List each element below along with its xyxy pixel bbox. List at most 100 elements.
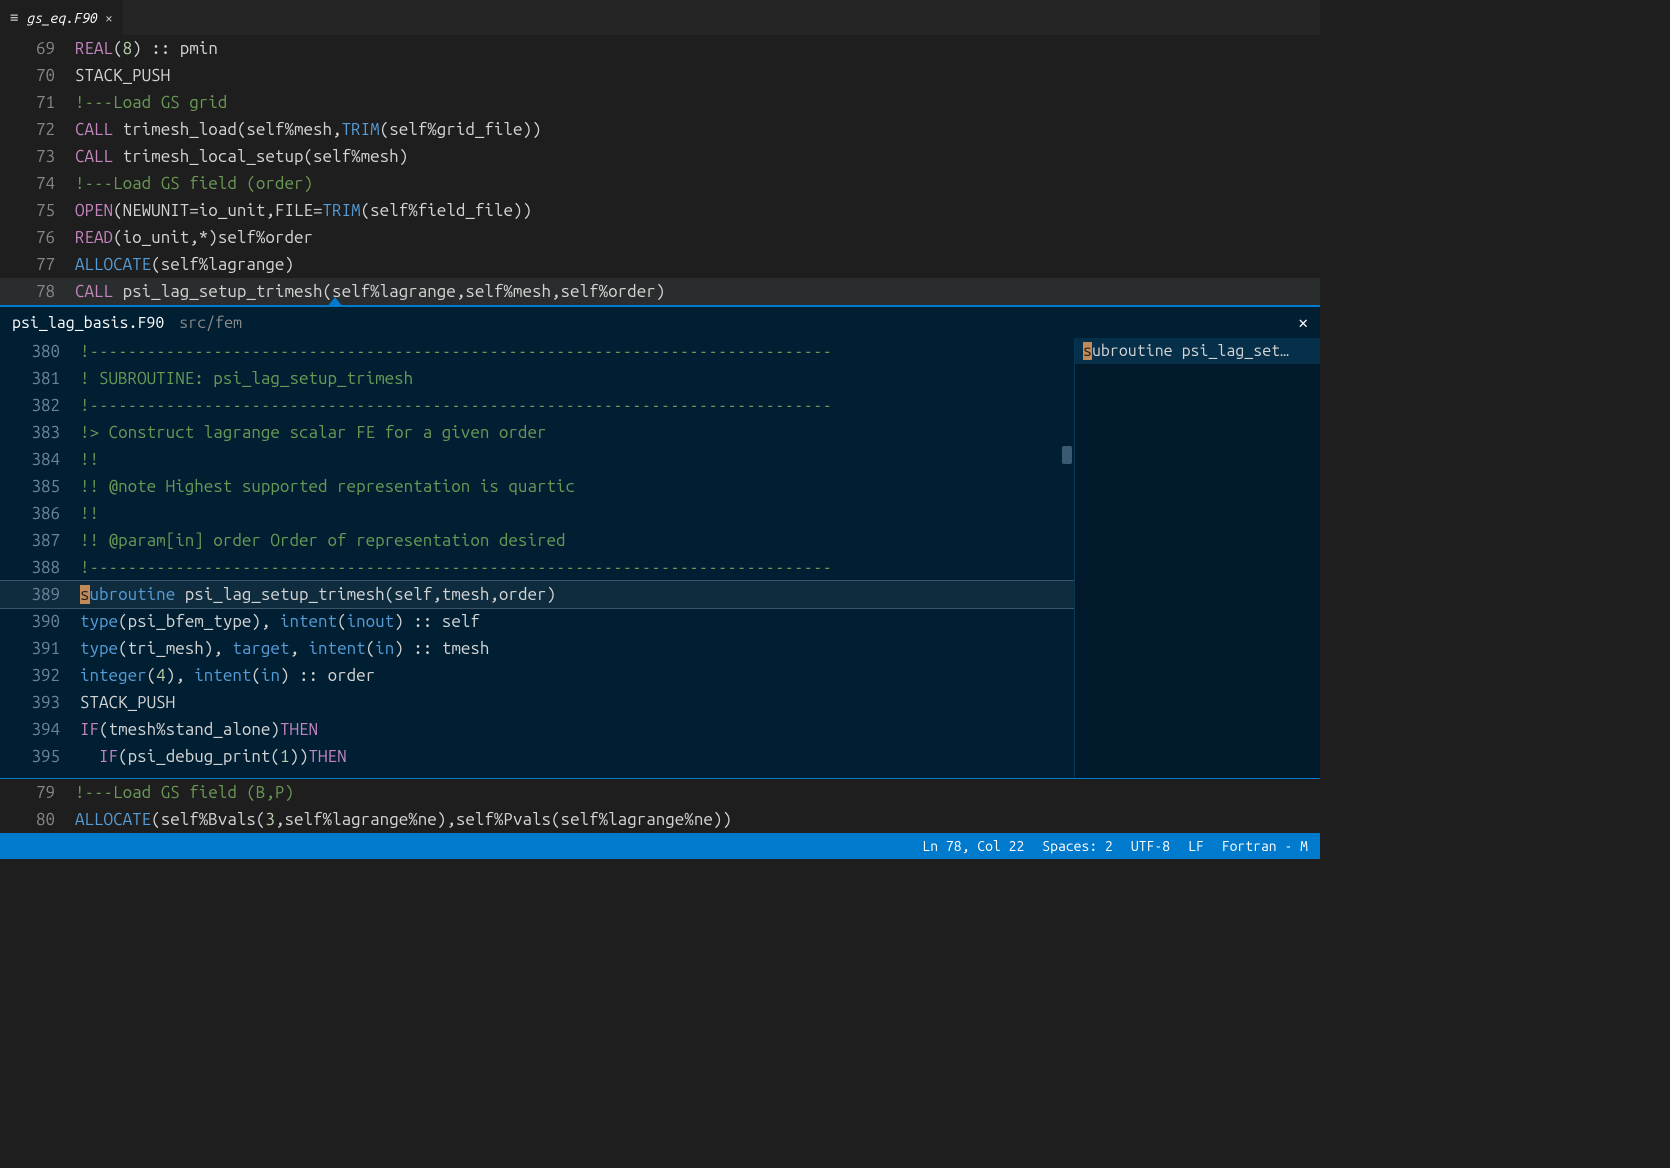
line-number: 79 [0,779,75,806]
line-number: 80 [0,806,75,833]
peek-references-panel: subroutine psi_lag_set… [1075,338,1320,778]
code-content[interactable]: !! [80,500,1074,527]
scrollbar-thumb[interactable] [1062,446,1072,464]
code-line[interactable]: 386!! [0,500,1074,527]
code-content[interactable]: !---------------------------------------… [80,554,1074,581]
line-number: 76 [0,224,75,251]
code-line[interactable]: 71!---Load GS grid [0,89,1320,116]
code-line[interactable]: 69REAL(8) :: pmin [0,35,1320,62]
code-line[interactable]: 384!! [0,446,1074,473]
code-line[interactable]: 76READ(io_unit,*)self%order [0,224,1320,251]
code-content[interactable]: type(tri_mesh), target, intent(in) :: tm… [80,635,1074,662]
code-content[interactable]: !---Load GS field (B,P) [75,779,1320,806]
line-number: 380 [0,338,80,365]
code-content[interactable]: OPEN(NEWUNIT=io_unit,FILE=TRIM(self%fiel… [75,197,1320,224]
code-content[interactable]: !---------------------------------------… [80,392,1074,419]
code-content[interactable]: ! SUBROUTINE: psi_lag_setup_trimesh [80,365,1074,392]
code-line[interactable]: 394IF(tmesh%stand_alone)THEN [0,716,1074,743]
code-content[interactable]: ALLOCATE(self%Bvals(3,self%lagrange%ne),… [75,806,1320,833]
code-content[interactable]: !! @param[in] order Order of representat… [80,527,1074,554]
code-content[interactable]: !> Construct lagrange scalar FE for a gi… [80,419,1074,446]
line-number: 382 [0,392,80,419]
code-line[interactable]: 74!---Load GS field (order) [0,170,1320,197]
code-line[interactable]: 381! SUBROUTINE: psi_lag_setup_trimesh [0,365,1074,392]
editor-main[interactable]: 69REAL(8) :: pmin70STACK_PUSH71!---Load … [0,35,1320,305]
line-number: 394 [0,716,80,743]
code-content[interactable]: REAL(8) :: pmin [75,35,1320,62]
peek-close-icon[interactable]: ✕ [1298,313,1308,332]
peek-reference-item[interactable]: subroutine psi_lag_set… [1075,338,1320,364]
code-content[interactable]: IF(tmesh%stand_alone)THEN [80,716,1074,743]
code-line[interactable]: 70STACK_PUSH [0,62,1320,89]
code-content[interactable]: !---Load GS grid [75,89,1320,116]
code-content[interactable]: subroutine psi_lag_setup_trimesh(self,tm… [80,581,1074,608]
status-bar: Ln 78, Col 22 Spaces: 2 UTF-8 LF Fortran… [0,833,1320,859]
code-content[interactable]: READ(io_unit,*)self%order [75,224,1320,251]
line-number: 73 [0,143,75,170]
code-line[interactable]: 391type(tri_mesh), target, intent(in) ::… [0,635,1074,662]
code-line[interactable]: 73CALL trimesh_local_setup(self%mesh) [0,143,1320,170]
peek-editor[interactable]: 380!------------------------------------… [0,338,1075,778]
code-content[interactable]: integer(4), intent(in) :: order [80,662,1074,689]
line-number: 388 [0,554,80,581]
status-language[interactable]: Fortran - M [1222,838,1308,854]
line-number: 384 [0,446,80,473]
status-encoding[interactable]: UTF-8 [1131,838,1170,854]
line-number: 381 [0,365,80,392]
line-number: 393 [0,689,80,716]
code-line[interactable]: 75OPEN(NEWUNIT=io_unit,FILE=TRIM(self%fi… [0,197,1320,224]
tab-gs-eq[interactable]: ≡ gs_eq.F90 × [0,0,124,35]
code-content[interactable]: !---Load GS field (order) [75,170,1320,197]
code-content[interactable]: STACK_PUSH [75,62,1320,89]
peek-ref-label: ubroutine psi_lag_set… [1092,342,1289,360]
tab-bar: ≡ gs_eq.F90 × [0,0,1320,35]
line-number: 77 [0,251,75,278]
code-content[interactable]: ALLOCATE(self%lagrange) [75,251,1320,278]
line-number: 75 [0,197,75,224]
line-number: 71 [0,89,75,116]
code-content[interactable]: !---------------------------------------… [80,338,1074,365]
code-line[interactable]: 72CALL trimesh_load(self%mesh,TRIM(self%… [0,116,1320,143]
code-content[interactable]: IF(psi_debug_print(1))THEN [80,743,1074,770]
peek-scrollbar[interactable] [1060,338,1074,778]
line-number: 383 [0,419,80,446]
line-number: 69 [0,35,75,62]
code-line[interactable]: 382!------------------------------------… [0,392,1074,419]
code-line[interactable]: 383!> Construct lagrange scalar FE for a… [0,419,1074,446]
code-line[interactable]: 380!------------------------------------… [0,338,1074,365]
peek-filepath: src/fem [179,314,242,332]
code-line[interactable]: 385!! @note Highest supported representa… [0,473,1074,500]
code-line[interactable]: 77ALLOCATE(self%lagrange) [0,251,1320,278]
line-number: 392 [0,662,80,689]
status-eol[interactable]: LF [1188,838,1204,854]
line-number: 391 [0,635,80,662]
code-content[interactable]: type(psi_bfem_type), intent(inout) :: se… [80,608,1074,635]
code-line[interactable]: 393STACK_PUSH [0,689,1074,716]
status-spaces[interactable]: Spaces: 2 [1042,838,1113,854]
code-content[interactable]: !! @note Highest supported representatio… [80,473,1074,500]
line-number: 387 [0,527,80,554]
peek-header: psi_lag_basis.F90 src/fem ✕ [0,307,1320,338]
code-line[interactable]: 395 IF(psi_debug_print(1))THEN [0,743,1074,770]
code-content[interactable]: !! [80,446,1074,473]
code-content[interactable]: CALL trimesh_load(self%mesh,TRIM(self%gr… [75,116,1320,143]
code-line[interactable]: 389subroutine psi_lag_setup_trimesh(self… [0,581,1074,608]
code-line[interactable]: 390type(psi_bfem_type), intent(inout) ::… [0,608,1074,635]
code-line[interactable]: 388!------------------------------------… [0,554,1074,581]
line-number: 78 [0,278,75,305]
code-line[interactable]: 392integer(4), intent(in) :: order [0,662,1074,689]
close-icon[interactable]: × [105,10,113,26]
code-line[interactable]: 80ALLOCATE(self%Bvals(3,self%lagrange%ne… [0,806,1320,833]
code-content[interactable]: CALL trimesh_local_setup(self%mesh) [75,143,1320,170]
status-position[interactable]: Ln 78, Col 22 [922,838,1024,854]
line-number: 390 [0,608,80,635]
code-line[interactable]: 79!---Load GS field (B,P) [0,779,1320,806]
line-number: 74 [0,170,75,197]
peek-view: psi_lag_basis.F90 src/fem ✕ 380!--------… [0,305,1320,779]
code-line[interactable]: 387!! @param[in] order Order of represen… [0,527,1074,554]
code-content[interactable]: CALL psi_lag_setup_trimesh(self%lagrange… [75,278,1320,305]
code-line[interactable]: 78CALL psi_lag_setup_trimesh(self%lagran… [0,278,1320,305]
editor-main-continued[interactable]: 79!---Load GS field (B,P)80ALLOCATE(self… [0,779,1320,833]
line-number: 395 [0,743,80,770]
code-content[interactable]: STACK_PUSH [80,689,1074,716]
